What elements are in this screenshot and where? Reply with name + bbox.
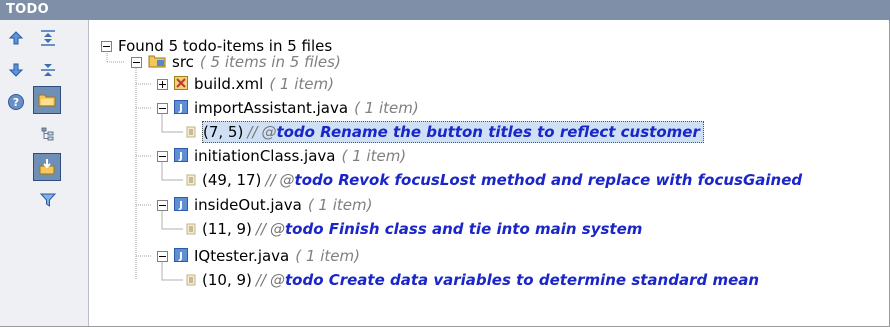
tree-folder-src[interactable]: src ( 5 items in 5 files) [131,50,341,74]
next-item-icon [8,63,24,77]
todo-toolbar: ? [0,20,89,326]
xml-file-icon [174,75,188,94]
todo-line-icon [186,271,196,290]
folder-name: src [172,53,194,71]
file-name: initiationClass.java [194,147,336,165]
tree-file-importassistant[interactable]: J importAssistant.java ( 1 item) [157,96,419,120]
todo-at-sign: @ [269,220,285,238]
todo-text: todo Revok focusLost method and replace … [294,171,803,189]
todo-text: todo Rename the button titles to reflect… [276,123,700,141]
collapse-toggle-icon[interactable] [101,40,112,52]
todo-item[interactable]: (10, 9) // @ todo Create data variables … [186,268,759,292]
todo-position: (11, 9) [202,220,252,238]
todo-at-sign: @ [279,171,295,189]
tree-file-build-xml[interactable]: build.xml ( 1 item) [157,72,334,96]
source-folder-icon [148,53,166,72]
collapse-toggle-icon[interactable] [157,199,168,211]
comment-slashes: // [255,220,266,238]
svg-text:J: J [178,200,183,211]
svg-text:J: J [178,251,183,262]
title-bar: TODO [0,0,890,21]
todo-line-icon [186,220,196,239]
file-meta: ( 1 item) [269,75,334,93]
comment-slashes: // [255,271,266,289]
group-by-directory-icon [38,94,56,107]
tree-file-insideout[interactable]: J insideOut.java ( 1 item) [157,193,373,217]
collapse-toggle-icon[interactable] [157,150,168,162]
todo-line-icon [186,171,196,190]
comment-slashes: // [265,171,276,189]
svg-text:?: ? [13,96,19,109]
todo-position: (49, 17) [202,171,262,189]
todo-item[interactable]: (49, 17) // @ todo Revok focusLost metho… [186,168,802,192]
file-name: IQtester.java [194,247,290,265]
todo-position: (7, 5) [203,123,244,141]
collapse-toggle-icon[interactable] [131,56,142,68]
java-file-icon: J [174,196,188,215]
file-meta: ( 1 item) [341,147,407,165]
tree-file-initiationclass[interactable]: J initiationClass.java ( 1 item) [157,144,406,168]
file-name: importAssistant.java [194,99,349,117]
java-file-icon: J [174,99,188,118]
todo-tree: Found 5 todo-items in 5 files src ( 5 it… [89,20,889,326]
expand-all-button[interactable] [34,24,62,52]
selected-todo-highlight: (7, 5) // @ todo Rename the button title… [202,121,704,143]
java-file-icon: J [174,247,188,266]
todo-text: todo Create data variables to determine … [284,271,760,289]
file-meta: ( 1 item) [295,247,360,265]
comment-slashes: // [247,123,258,141]
group-by-module-icon [41,127,54,141]
autoscroll-to-source-button[interactable] [33,153,61,181]
collapse-all-button[interactable] [34,56,62,84]
todo-window: TODO ? Found 5 todo-items in 5 files src… [0,0,890,327]
todo-item[interactable]: (11, 9) // @ todo Finish class and tie i… [186,217,642,241]
todo-at-sign: @ [269,271,285,289]
panel-title: TODO [6,2,49,17]
file-name: build.xml [194,75,264,93]
autoscroll-to-source-icon [39,159,55,175]
group-by-module-button[interactable] [34,120,62,148]
svg-text:J: J [178,103,183,114]
collapse-all-icon [41,64,55,76]
filter-icon [39,193,57,207]
java-file-icon: J [174,147,188,166]
file-meta: ( 1 item) [354,99,419,117]
expand-toggle-icon[interactable] [157,78,168,90]
group-by-directory-button[interactable] [33,86,61,114]
filter-button[interactable] [34,186,62,214]
help-icon: ? [8,94,24,110]
todo-text: todo Finish class and tie into main syst… [284,220,643,238]
file-meta: ( 1 item) [307,196,373,214]
todo-at-sign: @ [261,123,277,141]
todo-item[interactable]: (7, 5) // @ todo Rename the button title… [186,120,704,144]
todo-position: (10, 9) [202,271,252,289]
previous-item-button[interactable] [2,24,30,52]
previous-item-icon [8,31,24,45]
help-button[interactable]: ? [2,88,30,116]
svg-text:J: J [178,151,183,162]
todo-line-icon [186,123,196,142]
collapse-toggle-icon[interactable] [157,250,168,262]
expand-all-icon [41,30,55,46]
file-name: insideOut.java [194,196,302,214]
next-item-button[interactable] [2,56,30,84]
tree-file-iqtester[interactable]: J IQtester.java ( 1 item) [157,244,360,268]
collapse-toggle-icon[interactable] [157,102,168,114]
folder-meta: ( 5 items in 5 files) [199,53,341,71]
